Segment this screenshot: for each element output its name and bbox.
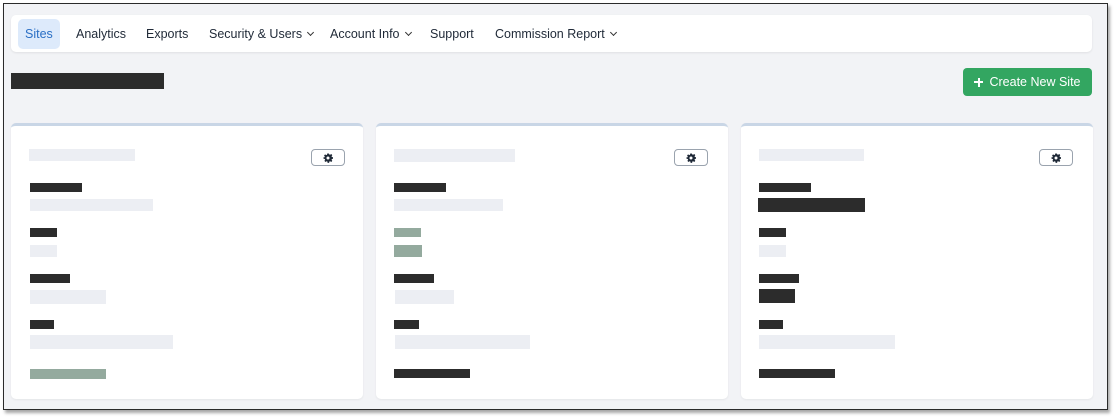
nav-tab-analytics[interactable]: Analytics	[69, 19, 133, 49]
field-value-placeholder	[759, 245, 786, 257]
app-frame: Sites Analytics Exports Security & Users…	[3, 3, 1108, 410]
field-label-redacted	[759, 274, 799, 283]
nav-tab-label: Account Info	[330, 27, 400, 41]
create-button-label: Create New Site	[989, 75, 1081, 89]
field-label-redacted	[759, 228, 786, 237]
field-label-redacted	[30, 228, 57, 237]
field-value-redacted	[758, 198, 865, 212]
site-card	[376, 123, 728, 399]
nav-tab-support[interactable]: Support	[423, 19, 481, 49]
chevron-down-icon	[307, 28, 315, 37]
field-label-redacted	[759, 183, 811, 192]
field-value-placeholder	[395, 335, 530, 349]
field-value-placeholder	[759, 335, 895, 349]
field-value-placeholder	[30, 245, 57, 257]
field-value-placeholder	[30, 335, 173, 349]
status-redacted	[394, 369, 470, 378]
field-label-redacted	[30, 274, 70, 283]
nav-menu-account-info[interactable]: Account Info	[323, 19, 418, 49]
field-value-redacted	[759, 289, 795, 303]
site-settings-button[interactable]	[674, 149, 708, 166]
site-name-placeholder	[394, 149, 515, 162]
field-value-placeholder	[395, 290, 454, 304]
create-new-site-button[interactable]: Create New Site	[963, 68, 1092, 96]
chevron-down-icon	[609, 28, 617, 37]
site-card	[741, 123, 1093, 399]
field-label-redacted	[394, 320, 419, 329]
nav-tab-sites[interactable]: Sites	[18, 19, 60, 49]
field-value-redacted	[394, 245, 422, 257]
field-label-redacted	[394, 183, 446, 192]
field-label-redacted	[394, 274, 434, 283]
status-redacted	[759, 369, 835, 378]
nav-tab-label: Sites	[25, 27, 53, 41]
gear-icon	[323, 153, 333, 163]
nav-tab-label: Support	[430, 27, 474, 41]
field-label-redacted	[394, 228, 421, 237]
nav-tab-label: Security & Users	[209, 27, 303, 41]
field-label-redacted	[30, 320, 54, 329]
field-label-redacted	[759, 320, 783, 329]
top-nav: Sites Analytics Exports Security & Users…	[11, 15, 1092, 52]
field-value-placeholder	[30, 290, 106, 304]
page-title-redacted	[11, 73, 164, 89]
site-card	[11, 123, 363, 399]
plus-icon	[974, 77, 984, 87]
field-label-redacted	[30, 183, 82, 192]
nav-tab-exports[interactable]: Exports	[139, 19, 195, 49]
nav-tab-label: Analytics	[76, 27, 127, 41]
nav-menu-security-users[interactable]: Security & Users	[202, 19, 320, 49]
chevron-down-icon	[404, 28, 412, 37]
site-name-placeholder	[759, 149, 864, 161]
gear-icon	[1051, 153, 1061, 163]
site-name-placeholder	[29, 149, 135, 161]
nav-menu-commission-report[interactable]: Commission Report	[488, 19, 623, 49]
nav-tab-label: Exports	[146, 27, 189, 41]
site-settings-button[interactable]	[1039, 149, 1073, 166]
gear-icon	[686, 153, 696, 163]
site-settings-button[interactable]	[311, 149, 345, 166]
nav-tab-label: Commission Report	[495, 27, 605, 41]
field-value-placeholder	[30, 199, 153, 211]
status-redacted	[30, 369, 106, 379]
field-value-placeholder	[394, 199, 503, 211]
